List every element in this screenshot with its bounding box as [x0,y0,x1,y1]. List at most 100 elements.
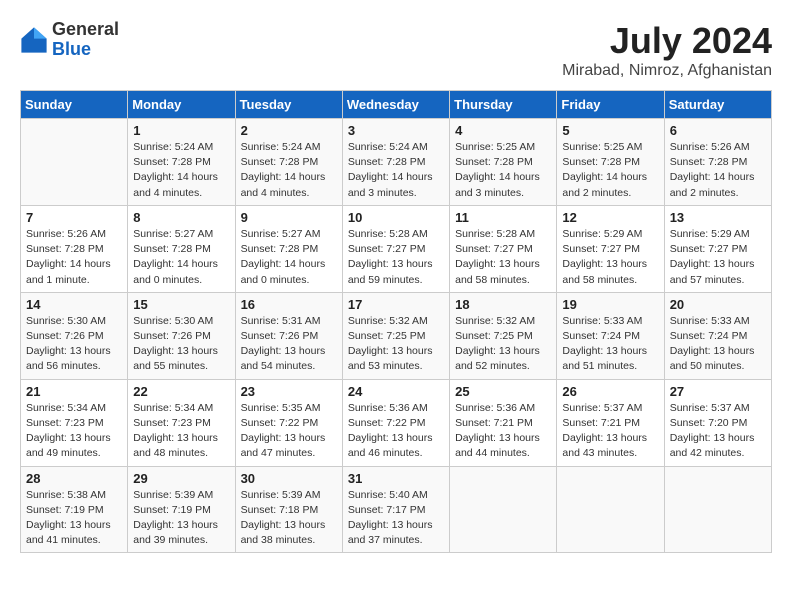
column-header-thursday: Thursday [450,91,557,119]
calendar-cell: 8 Sunrise: 5:27 AM Sunset: 7:28 PM Daylig… [128,205,235,292]
cell-content: Sunrise: 5:32 AM Sunset: 7:25 PM Dayligh… [348,314,444,375]
column-header-friday: Friday [557,91,664,119]
cell-content: Sunrise: 5:29 AM Sunset: 7:27 PM Dayligh… [562,227,658,288]
calendar-cell: 2 Sunrise: 5:24 AM Sunset: 7:28 PM Daylig… [235,119,342,206]
cell-content: Sunrise: 5:36 AM Sunset: 7:22 PM Dayligh… [348,401,444,462]
calendar-cell: 3Sunrise: 5:24 AM Sunset: 7:28 PM Daylig… [342,119,449,206]
cell-content: Sunrise: 5:27 AM Sunset: 7:28 PM Dayligh… [133,227,229,288]
day-number: 28 [26,471,122,486]
cell-content: Sunrise: 5:27 AM Sunset: 7:28 PM Dayligh… [241,227,337,288]
day-number: 1 [133,123,229,138]
day-number: 25 [455,384,551,399]
cell-content: Sunrise: 5:35 AM Sunset: 7:22 PM Dayligh… [241,401,337,462]
column-header-sunday: Sunday [21,91,128,119]
cell-content: Sunrise: 5:25 AM Sunset: 7:28 PM Dayligh… [455,140,551,201]
day-number: 19 [562,297,658,312]
day-number: 27 [670,384,766,399]
cell-content: Sunrise: 5:33 AM Sunset: 7:24 PM Dayligh… [670,314,766,375]
day-number: 11 [455,210,551,225]
week-row-3: 14 Sunrise: 5:30 AM Sunset: 7:26 PM Dayli… [21,292,772,379]
logo-icon [20,26,48,54]
calendar-cell: 4 Sunrise: 5:25 AM Sunset: 7:28 PM Daylig… [450,119,557,206]
calendar-cell: 9 Sunrise: 5:27 AM Sunset: 7:28 PM Daylig… [235,205,342,292]
calendar-cell: 30Sunrise: 5:39 AM Sunset: 7:18 PM Dayli… [235,466,342,553]
cell-content: Sunrise: 5:24 AM Sunset: 7:28 PM Dayligh… [133,140,229,201]
calendar-cell [450,466,557,553]
calendar-cell: 21 Sunrise: 5:34 AM Sunset: 7:23 PM Dayli… [21,379,128,466]
day-number: 2 [241,123,337,138]
calendar-cell: 14 Sunrise: 5:30 AM Sunset: 7:26 PM Dayli… [21,292,128,379]
page-header: General Blue July 2024 Mirabad, Nimroz, … [20,20,772,80]
calendar-cell: 28 Sunrise: 5:38 AM Sunset: 7:19 PM Dayli… [21,466,128,553]
calendar-cell: 31 Sunrise: 5:40 AM Sunset: 7:17 PM Dayli… [342,466,449,553]
day-number: 10 [348,210,444,225]
cell-content: Sunrise: 5:26 AM Sunset: 7:28 PM Dayligh… [670,140,766,201]
calendar-cell: 11Sunrise: 5:28 AM Sunset: 7:27 PM Dayli… [450,205,557,292]
calendar-cell: 25Sunrise: 5:36 AM Sunset: 7:21 PM Dayli… [450,379,557,466]
cell-content: Sunrise: 5:33 AM Sunset: 7:24 PM Dayligh… [562,314,658,375]
location: Mirabad, Nimroz, Afghanistan [562,62,772,80]
calendar-cell: 26Sunrise: 5:37 AM Sunset: 7:21 PM Dayli… [557,379,664,466]
cell-content: Sunrise: 5:30 AM Sunset: 7:26 PM Dayligh… [133,314,229,375]
calendar-cell: 15 Sunrise: 5:30 AM Sunset: 7:26 PM Dayli… [128,292,235,379]
day-number: 6 [670,123,766,138]
month-year: July 2024 [562,20,772,62]
calendar-cell: 1 Sunrise: 5:24 AM Sunset: 7:28 PM Daylig… [128,119,235,206]
logo-blue-text: Blue [52,40,119,60]
cell-content: Sunrise: 5:37 AM Sunset: 7:20 PM Dayligh… [670,401,766,462]
day-number: 5 [562,123,658,138]
day-number: 16 [241,297,337,312]
cell-content: Sunrise: 5:25 AM Sunset: 7:28 PM Dayligh… [562,140,658,201]
calendar-table: SundayMondayTuesdayWednesdayThursdayFrid… [20,90,772,553]
day-number: 4 [455,123,551,138]
day-number: 29 [133,471,229,486]
calendar-cell: 16Sunrise: 5:31 AM Sunset: 7:26 PM Dayli… [235,292,342,379]
day-number: 17 [348,297,444,312]
day-number: 21 [26,384,122,399]
calendar-cell: 18Sunrise: 5:32 AM Sunset: 7:25 PM Dayli… [450,292,557,379]
calendar-cell: 24Sunrise: 5:36 AM Sunset: 7:22 PM Dayli… [342,379,449,466]
cell-content: Sunrise: 5:28 AM Sunset: 7:27 PM Dayligh… [348,227,444,288]
calendar-cell: 12 Sunrise: 5:29 AM Sunset: 7:27 PM Dayli… [557,205,664,292]
calendar-cell: 7Sunrise: 5:26 AM Sunset: 7:28 PM Daylig… [21,205,128,292]
week-row-4: 21 Sunrise: 5:34 AM Sunset: 7:23 PM Dayli… [21,379,772,466]
cell-content: Sunrise: 5:39 AM Sunset: 7:18 PM Dayligh… [241,488,337,549]
day-number: 13 [670,210,766,225]
day-number: 7 [26,210,122,225]
day-number: 31 [348,471,444,486]
cell-content: Sunrise: 5:34 AM Sunset: 7:23 PM Dayligh… [133,401,229,462]
calendar-cell [21,119,128,206]
calendar-cell [557,466,664,553]
cell-content: Sunrise: 5:38 AM Sunset: 7:19 PM Dayligh… [26,488,122,549]
header-row: SundayMondayTuesdayWednesdayThursdayFrid… [21,91,772,119]
calendar-cell [664,466,771,553]
column-header-tuesday: Tuesday [235,91,342,119]
week-row-5: 28 Sunrise: 5:38 AM Sunset: 7:19 PM Dayli… [21,466,772,553]
day-number: 22 [133,384,229,399]
cell-content: Sunrise: 5:24 AM Sunset: 7:28 PM Dayligh… [241,140,337,201]
title-area: July 2024 Mirabad, Nimroz, Afghanistan [562,20,772,80]
day-number: 23 [241,384,337,399]
logo-general-text: General [52,20,119,40]
calendar-cell: 27 Sunrise: 5:37 AM Sunset: 7:20 PM Dayli… [664,379,771,466]
cell-content: Sunrise: 5:34 AM Sunset: 7:23 PM Dayligh… [26,401,122,462]
day-number: 12 [562,210,658,225]
calendar-cell: 5 Sunrise: 5:25 AM Sunset: 7:28 PM Daylig… [557,119,664,206]
day-number: 26 [562,384,658,399]
day-number: 8 [133,210,229,225]
calendar-cell: 6 Sunrise: 5:26 AM Sunset: 7:28 PM Daylig… [664,119,771,206]
day-number: 15 [133,297,229,312]
cell-content: Sunrise: 5:30 AM Sunset: 7:26 PM Dayligh… [26,314,122,375]
column-header-wednesday: Wednesday [342,91,449,119]
day-number: 14 [26,297,122,312]
cell-content: Sunrise: 5:40 AM Sunset: 7:17 PM Dayligh… [348,488,444,549]
column-header-saturday: Saturday [664,91,771,119]
calendar-cell: 17 Sunrise: 5:32 AM Sunset: 7:25 PM Dayli… [342,292,449,379]
calendar-cell: 20Sunrise: 5:33 AM Sunset: 7:24 PM Dayli… [664,292,771,379]
calendar-cell: 29 Sunrise: 5:39 AM Sunset: 7:19 PM Dayli… [128,466,235,553]
day-number: 3 [348,123,444,138]
calendar-cell: 13Sunrise: 5:29 AM Sunset: 7:27 PM Dayli… [664,205,771,292]
cell-content: Sunrise: 5:39 AM Sunset: 7:19 PM Dayligh… [133,488,229,549]
day-number: 9 [241,210,337,225]
calendar-cell: 10 Sunrise: 5:28 AM Sunset: 7:27 PM Dayli… [342,205,449,292]
